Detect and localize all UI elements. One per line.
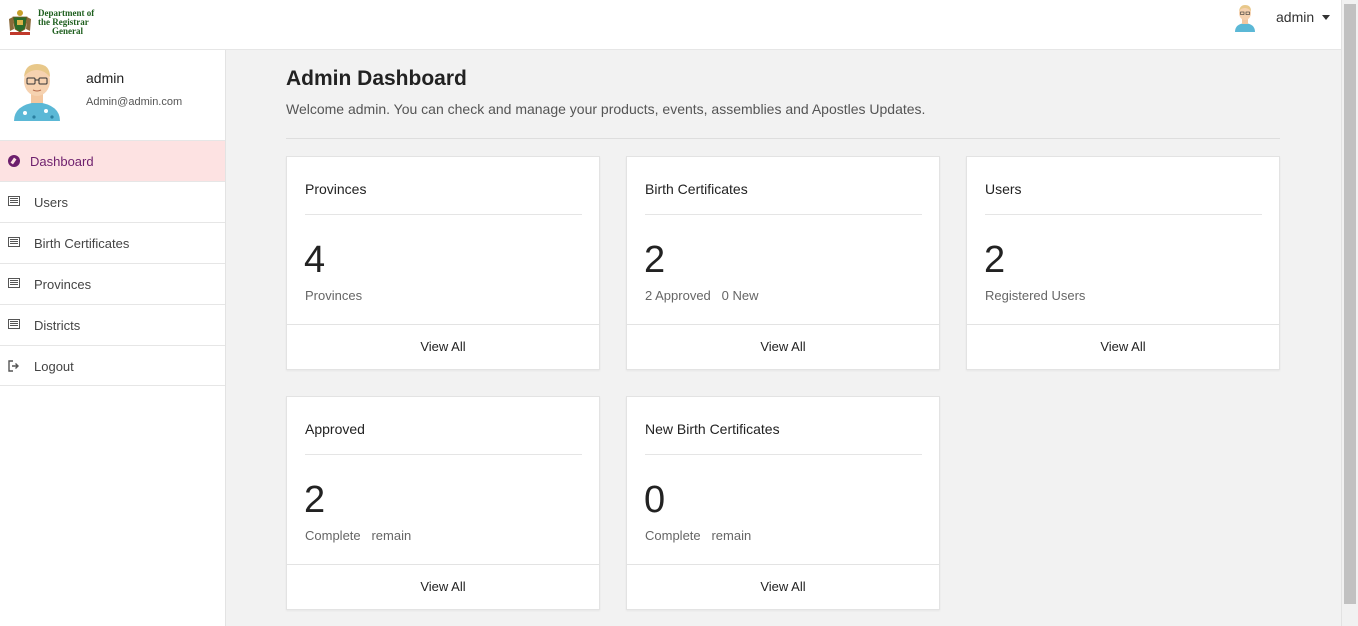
logo-line-3: General [52,25,83,36]
caret-down-icon [1322,14,1331,20]
view-all-button[interactable]: View All [627,324,939,369]
card-title: Approved [305,421,365,437]
profile-email: Admin@admin.com [86,96,183,108]
sidebar-item-label: Users [34,195,68,210]
card-approved: Approved 2 Complete remain View All [286,396,600,610]
profile-name: admin [86,70,125,86]
top-navbar: Department of the Registrar General admi… [0,0,1341,50]
department-logo[interactable]: Department of the Registrar General [6,7,94,37]
logo-text: Department of the Registrar General [38,8,94,36]
card-value: 0 [644,479,666,521]
divider [286,138,1280,139]
coat-of-arms-icon [9,10,31,35]
card-divider [645,214,922,215]
sidebar-item-districts[interactable]: Districts [0,304,225,345]
page-title: Admin Dashboard [286,67,467,90]
sidebar-profile: admin Admin@admin.com [0,50,225,140]
page-scrollbar[interactable] [1341,0,1358,626]
list-icon [8,319,20,329]
view-all-button[interactable]: View All [967,324,1279,369]
card-title: Birth Certificates [645,181,748,197]
card-title: Users [985,181,1022,197]
card-title: New Birth Certificates [645,421,780,437]
sidebar-item-label: Logout [34,359,74,374]
sidebar-item-dashboard[interactable]: Dashboard [0,140,225,181]
card-value: 2 [644,239,666,281]
list-icon [8,196,20,206]
sidebar-item-label: Districts [34,318,81,333]
card-divider [305,454,582,455]
sidebar-item-birth-certificates[interactable]: Birth Certificates [0,222,225,263]
list-icon [8,278,20,288]
card-divider [985,214,1262,215]
card-divider [305,214,582,215]
card-value: 4 [304,239,326,281]
view-all-button[interactable]: View All [287,564,599,609]
card-subtitle: 2 Approved 0 New [645,288,759,303]
user-dropdown[interactable]: admin [1232,2,1331,32]
card-provinces: Provinces 4 Provinces View All [286,156,600,370]
card-users: Users 2 Registered Users View All [966,156,1280,370]
sidebar-item-users[interactable]: Users [0,181,225,222]
sidebar-item-label: Dashboard [30,154,94,169]
card-value: 2 [984,239,1006,281]
view-all-button[interactable]: View All [287,324,599,369]
sidebar: admin Admin@admin.com Dashboard Users Bi… [0,50,226,626]
sidebar-item-label: Provinces [34,277,92,292]
sidebar-item-provinces[interactable]: Provinces [0,263,225,304]
avatar [1235,5,1255,32]
scrollbar-thumb[interactable] [1344,4,1356,604]
card-subtitle: Complete remain [645,528,752,543]
compass-icon [8,155,20,167]
card-subtitle: Complete remain [305,528,412,543]
list-icon [8,237,20,247]
welcome-text: Welcome admin. You can check and manage … [286,101,926,117]
card-subtitle: Provinces [305,288,363,303]
sidebar-item-label: Birth Certificates [34,236,130,251]
card-title: Provinces [305,181,367,197]
sidebar-nav: Dashboard Users Birth Certificates Provi… [0,140,225,386]
sign-out-icon [8,360,19,372]
card-birth-certificates: Birth Certificates 2 2 Approved 0 New Vi… [626,156,940,370]
card-new-birth-certificates: New Birth Certificates 0 Complete remain… [626,396,940,610]
card-divider [645,454,922,455]
card-value: 2 [304,479,326,521]
card-subtitle: Registered Users [985,288,1086,303]
view-all-button[interactable]: View All [627,564,939,609]
user-name: admin [1276,9,1315,25]
sidebar-item-logout[interactable]: Logout [0,345,225,386]
profile-avatar [14,64,60,121]
